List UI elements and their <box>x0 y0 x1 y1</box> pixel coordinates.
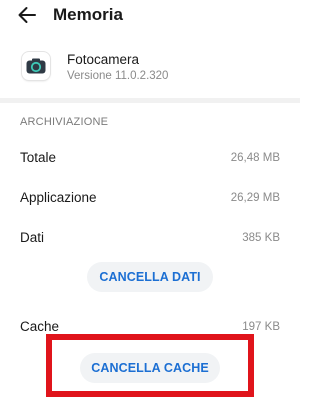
app-bar: Memoria <box>0 0 300 32</box>
storage-row-total: Totale 26,48 MB <box>0 147 300 169</box>
storage-row-data: Dati 385 KB <box>0 227 300 249</box>
row-label: Totale <box>20 150 57 165</box>
app-name: Fotocamera <box>67 52 140 67</box>
row-label: Cache <box>20 319 60 334</box>
app-version: Versione 11.0.2.320 <box>67 70 169 82</box>
storage-row-application: Applicazione 26,29 MB <box>0 187 300 209</box>
clear-data-button[interactable]: CANCELLA DATI <box>87 262 213 292</box>
app-info: Fotocamera Versione 11.0.2.320 <box>0 42 300 92</box>
row-value: 197 KB <box>242 321 280 333</box>
section-divider <box>0 98 300 103</box>
page-title: Memoria <box>53 5 123 24</box>
row-value: 385 KB <box>242 232 280 244</box>
row-value: 26,48 MB <box>230 152 280 164</box>
row-value: 26,29 MB <box>230 192 280 204</box>
storage-row-cache: Cache 197 KB <box>0 316 300 338</box>
row-label: Dati <box>20 230 45 245</box>
arrow-left-icon <box>18 7 36 23</box>
camera-icon <box>22 52 50 80</box>
section-title-storage: ARCHIVIAZIONE <box>20 116 109 128</box>
back-button[interactable] <box>14 4 40 26</box>
clear-cache-button[interactable]: CANCELLA CACHE <box>80 353 220 383</box>
row-label: Applicazione <box>20 190 97 205</box>
